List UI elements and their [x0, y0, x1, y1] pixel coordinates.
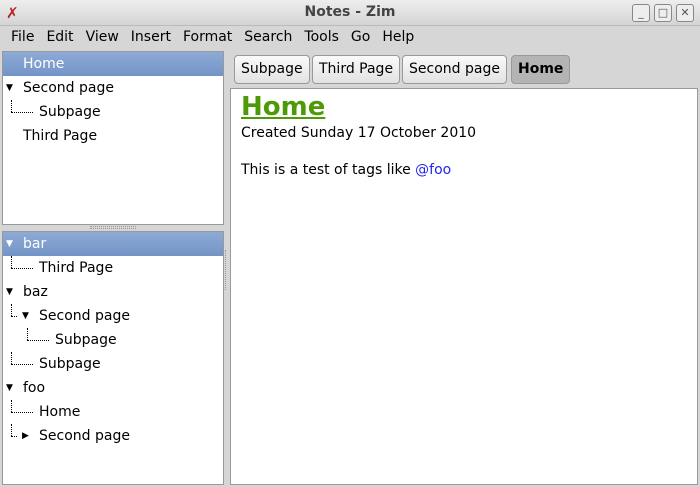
page-editor[interactable]: Home Created Sunday 17 October 2010 This… — [230, 88, 698, 485]
tree-item[interactable]: Subpage — [3, 352, 223, 376]
tree-item-label: Subpage — [55, 332, 117, 348]
pane-splitter[interactable] — [90, 226, 136, 229]
tree-line — [11, 256, 12, 268]
tree-item-label: Second page — [39, 428, 130, 444]
tree-item-label: Second page — [39, 308, 130, 324]
tree-item-label: Home — [23, 56, 65, 72]
expander-expanded-icon[interactable]: ▼ — [6, 376, 13, 400]
vertical-splitter[interactable] — [225, 250, 228, 290]
maximize-button[interactable]: □ — [654, 4, 672, 22]
tree-item[interactable]: Subpage — [3, 328, 223, 352]
minimize-button[interactable]: _ — [632, 4, 650, 22]
body-text: This is a test of tags like — [241, 162, 416, 178]
menu-help[interactable]: Help — [376, 26, 420, 50]
menu-view[interactable]: View — [80, 26, 125, 50]
menu-search[interactable]: Search — [238, 26, 298, 50]
tree-item-label: Second page — [23, 80, 114, 96]
tree-item[interactable]: Third Page — [3, 124, 223, 148]
tree-item[interactable]: ▶ Second page — [3, 424, 223, 448]
tree-item[interactable]: ▼ baz — [3, 280, 223, 304]
pathbar-button-home[interactable]: Home — [511, 55, 571, 84]
close-button[interactable]: ✕ — [676, 4, 694, 22]
tree-item-label: Home — [39, 404, 81, 420]
expander-expanded-icon[interactable]: ▼ — [6, 76, 13, 100]
tag-link[interactable]: @foo — [415, 162, 451, 178]
tree-line — [27, 340, 49, 341]
tree-line — [11, 112, 33, 113]
tree-item[interactable]: Third Page — [3, 256, 223, 280]
menu-go[interactable]: Go — [345, 26, 376, 50]
pathbar-button-second-page[interactable]: Second page — [402, 55, 507, 84]
tag-index-tree[interactable]: ▼ bar Third Page ▼ baz ▼ Second page Subpage Sub… — [2, 231, 224, 485]
expander-collapsed-icon[interactable]: ▶ — [22, 424, 29, 448]
tree-item-label: foo — [23, 380, 46, 396]
created-date: Created Sunday 17 October 2010 — [241, 125, 477, 141]
expander-expanded-icon[interactable]: ▼ — [6, 232, 13, 256]
tree-item[interactable]: Home — [3, 400, 223, 424]
tree-line — [11, 364, 33, 365]
tree-item[interactable]: Home — [3, 52, 223, 76]
tree-item-label: Third Page — [23, 128, 98, 144]
title-bar: ✗ Notes - Zim _ □ ✕ — [0, 0, 700, 26]
menu-bar: File Edit View Insert Format Search Tool… — [0, 26, 700, 50]
tree-line — [11, 424, 12, 436]
tree-line — [27, 328, 28, 340]
tree-item-label: baz — [23, 284, 48, 300]
pathbar-button-subpage[interactable]: Subpage — [234, 55, 310, 84]
tree-line — [11, 304, 12, 316]
tree-line — [11, 316, 17, 317]
expander-expanded-icon[interactable]: ▼ — [6, 280, 13, 304]
tree-item[interactable]: ▼ Second page — [3, 304, 223, 328]
pathbar-button-third-page[interactable]: Third Page — [312, 55, 401, 84]
expander-expanded-icon[interactable]: ▼ — [22, 304, 29, 328]
tree-line — [11, 100, 12, 112]
tree-item[interactable]: ▼ Second page — [3, 76, 223, 100]
tree-item-label: Subpage — [39, 104, 101, 120]
menu-tools[interactable]: Tools — [298, 26, 345, 50]
tree-line — [11, 412, 33, 413]
tree-item-label: Third Page — [39, 260, 114, 276]
menu-insert[interactable]: Insert — [125, 26, 177, 50]
menu-edit[interactable]: Edit — [40, 26, 79, 50]
tree-line — [11, 400, 12, 412]
tree-line — [11, 268, 33, 269]
page-heading: Home — [241, 92, 326, 122]
tree-item-label: bar — [23, 236, 47, 252]
menu-format[interactable]: Format — [177, 26, 238, 50]
tree-item-label: Subpage — [39, 356, 101, 372]
window-title: Notes - Zim — [304, 4, 396, 20]
page-index-tree[interactable]: Home ▼ Second page Subpage Third Page — [2, 51, 224, 225]
tree-item[interactable]: Subpage — [3, 100, 223, 124]
tree-line — [11, 352, 12, 364]
tree-line — [11, 436, 17, 437]
menu-file[interactable]: File — [5, 26, 40, 50]
tree-item[interactable]: ▼ bar — [3, 232, 223, 256]
tree-item[interactable]: ▼ foo — [3, 376, 223, 400]
